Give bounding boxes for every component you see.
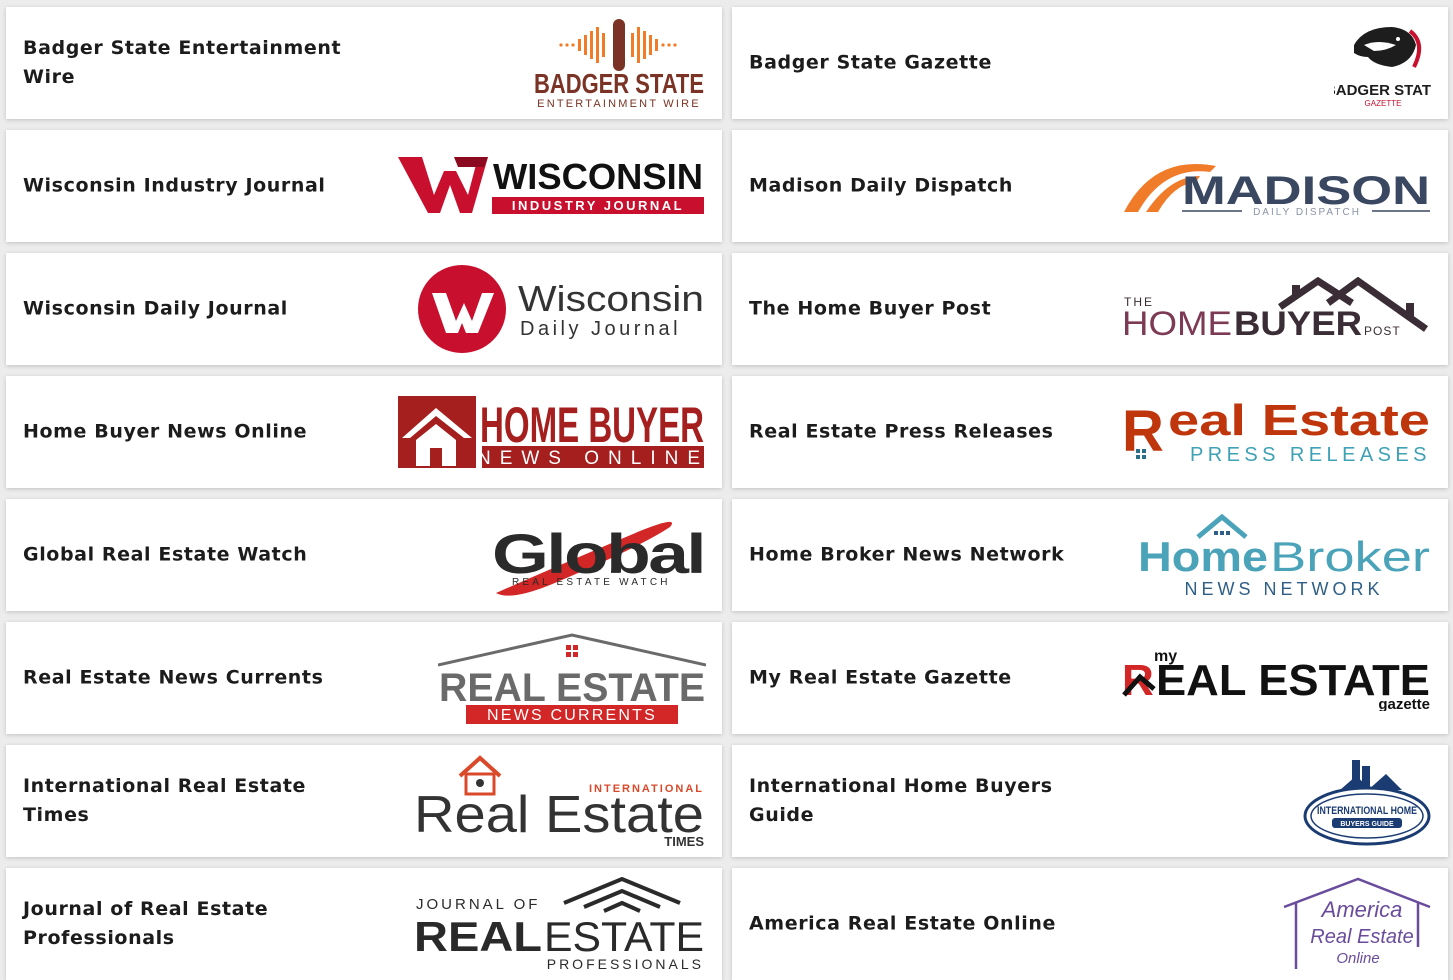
publication-title: America Real Estate Online: [749, 912, 1056, 935]
logo-line2: Online: [1336, 950, 1379, 967]
publication-title: Real Estate News Currents: [23, 666, 324, 689]
publication-card[interactable]: Real Estate News Currents REAL ESTATE NE…: [6, 622, 722, 734]
publication-card[interactable]: My Real Estate Gazette my R EAL ESTATE g…: [732, 622, 1448, 734]
international-real-estate-times-logo: INTERNATIONAL Real Estate TIMES: [414, 754, 706, 848]
logo-line1a: HOME: [1122, 305, 1232, 341]
logo-line1b: Broker: [1270, 533, 1430, 580]
publication-title: Home Broker News Network: [749, 543, 1065, 566]
logo-line2: GAZETTE: [1365, 99, 1402, 108]
house-icon: [398, 396, 476, 468]
publication-title: Madison Daily Dispatch: [749, 174, 1014, 197]
publication-card[interactable]: Journal of Real Estate Professionals JOU…: [6, 868, 722, 980]
publication-card[interactable]: Home Broker News Network Home Broker NEW…: [732, 499, 1448, 611]
publication-title: International Home Buyers Guide: [749, 775, 1053, 826]
publication-title: Journal of Real Estate Professionals: [23, 898, 269, 949]
logo-line2: INDUSTRY JOURNAL: [512, 198, 684, 213]
publication-card[interactable]: International Real Estate Times INTERNAT…: [6, 745, 722, 857]
home-buyer-news-online-logo: HOME BUYER NEWS ONLINE: [398, 394, 706, 470]
publication-card[interactable]: Home Buyer News Online HOME BUYER NEWS O…: [6, 376, 722, 488]
logo-line2: gazette: [1378, 696, 1430, 711]
logo-line2: NEWS CURRENTS: [487, 707, 657, 724]
w-circle-icon: [418, 265, 506, 353]
rooftop-icon: [563, 877, 681, 913]
publication-card[interactable]: Badger State Entertainment Wire BADGER S…: [6, 7, 722, 119]
sound-wave-icon: [559, 19, 677, 71]
logo-mark: R: [1122, 399, 1164, 464]
publication-grid: Badger State Entertainment Wire BADGER S…: [0, 0, 1453, 980]
global-real-estate-watch-logo: Global REAL ESTATE WATCH: [490, 509, 706, 601]
america-real-estate-online-logo: America Real Estate Online: [1282, 877, 1432, 971]
logo-line2: NEWS NETWORK: [1185, 579, 1384, 599]
logo-line0: JOURNAL OF: [416, 896, 540, 913]
logo-line2: NEWS ONLINE: [477, 448, 706, 469]
logo-line1: Wisconsin: [518, 278, 704, 319]
publication-title: International Real Estate Times: [23, 775, 307, 826]
logo-line1: Global: [492, 522, 704, 585]
publication-title: Real Estate Press Releases: [749, 420, 1054, 443]
logo-line1: Real Estate: [1310, 926, 1413, 948]
publication-card[interactable]: Wisconsin Industry Journal WISCONSIN IND…: [6, 130, 722, 242]
logo-line2: POST: [1364, 324, 1401, 338]
badger-state-entertainment-wire-logo: BADGER STATE ENTERTAINMENT WIRE: [531, 15, 706, 111]
publication-card[interactable]: The Home Buyer Post THE HOME BUYER POST: [732, 253, 1448, 365]
madison-daily-dispatch-logo: MADISON DAILY DISPATCH: [1124, 156, 1432, 216]
logo-line2: ENTERTAINMENT WIRE: [537, 98, 701, 110]
publication-title: Wisconsin Industry Journal: [23, 174, 326, 197]
international-home-buyers-guide-logo: INTERNATIONAL HOME BUYERS GUIDE: [1302, 754, 1432, 848]
publication-title: Global Real Estate Watch: [23, 543, 308, 566]
w-mark-icon: [398, 157, 488, 213]
logo-line1: HOME BUYER: [480, 397, 704, 453]
logo-line1: eal Estate: [1168, 399, 1430, 445]
publication-title: Badger State Entertainment Wire: [23, 37, 342, 88]
publication-card[interactable]: Global Real Estate Watch Global REAL EST…: [6, 499, 722, 611]
logo-line0: America: [1320, 897, 1403, 922]
logo-line2: Daily Journal: [520, 318, 681, 340]
publication-card[interactable]: International Home Buyers Guide INTERNAT…: [732, 745, 1448, 857]
logo-line1b: ESTATE: [544, 913, 704, 960]
publication-title: Home Buyer News Online: [23, 420, 308, 443]
badger-state-gazette-logo: BADGER STATE GAZETTE: [1334, 15, 1432, 111]
the-home-buyer-post-logo: THE HOME BUYER POST: [1122, 277, 1432, 341]
logo-line1a: REAL: [414, 913, 542, 960]
publication-card[interactable]: Badger State Gazette BADGER STATE GAZETT…: [732, 7, 1448, 119]
real-estate-news-currents-logo: REAL ESTATE NEWS CURRENTS: [438, 631, 706, 725]
logo-line1: INTERNATIONAL HOME: [1317, 805, 1417, 817]
logo-line2: REAL ESTATE WATCH: [512, 577, 671, 588]
logo-line2: BUYERS GUIDE: [1340, 821, 1394, 828]
publication-title: Wisconsin Daily Journal: [23, 297, 288, 320]
wisconsin-industry-journal-logo: WISCONSIN INDUSTRY JOURNAL: [398, 155, 706, 217]
publication-title: The Home Buyer Post: [749, 297, 992, 320]
logo-line2: DAILY DISPATCH: [1253, 207, 1361, 216]
logo-line2: PROFESSIONALS: [547, 956, 704, 971]
real-estate-press-releases-logo: R eal Estate PRESS RELEASES: [1122, 399, 1432, 465]
publication-title: Badger State Gazette: [749, 51, 992, 74]
my-real-estate-gazette-logo: my R EAL ESTATE gazette: [1122, 645, 1432, 711]
logo-line1: BADGER STATE: [534, 68, 704, 99]
journal-of-real-estate-professionals-logo: JOURNAL OF REAL ESTATE PROFESSIONALS: [414, 877, 706, 971]
publication-title: My Real Estate Gazette: [749, 666, 1012, 689]
wisconsin-daily-journal-logo: Wisconsin Daily Journal: [416, 263, 706, 355]
logo-line1: REAL ESTATE: [439, 666, 705, 710]
logo-line2: TIMES: [664, 834, 704, 848]
logo-line2: PRESS RELEASES: [1190, 444, 1430, 465]
logo-line1: BADGER STATE: [1334, 82, 1432, 99]
publication-card[interactable]: America Real Estate Online America Real …: [732, 868, 1448, 980]
publication-card[interactable]: Wisconsin Daily Journal Wisconsin Daily …: [6, 253, 722, 365]
home-broker-news-network-logo: Home Broker NEWS NETWORK: [1136, 509, 1432, 601]
logo-line1b: BUYER: [1234, 305, 1362, 341]
publication-card[interactable]: Real Estate Press Releases R eal Estate …: [732, 376, 1448, 488]
logo-line1: Real Estate: [414, 786, 704, 844]
badger-icon: [1354, 27, 1422, 68]
logo-line1a: Home: [1138, 533, 1268, 580]
roof-icon: [438, 633, 706, 667]
logo-line1: WISCONSIN: [493, 156, 703, 197]
publication-card[interactable]: Madison Daily Dispatch MADISON DAILY DIS…: [732, 130, 1448, 242]
skyline-icon: [1340, 760, 1402, 790]
